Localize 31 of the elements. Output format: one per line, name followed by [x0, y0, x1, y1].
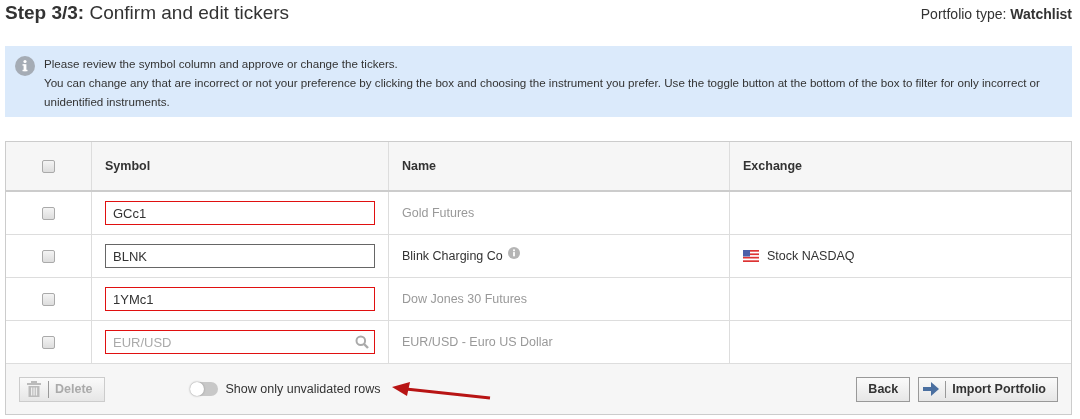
- row-checkbox[interactable]: [42, 249, 55, 263]
- instrument-name: Gold Futures: [402, 206, 475, 220]
- instrument-name: Dow Jones 30 Futures: [402, 292, 528, 306]
- toggle-label: Show only unvalidated rows: [225, 382, 381, 396]
- row-checkbox[interactable]: [42, 206, 55, 220]
- symbol-field[interactable]: 1YMc1: [105, 287, 375, 311]
- instrument-name: Blink Charging Co: [402, 249, 503, 263]
- trash-icon: [26, 380, 42, 398]
- symbol-field[interactable]: EUR/USD: [105, 330, 375, 354]
- back-button[interactable]: Back: [856, 376, 911, 402]
- info-icon: [15, 56, 35, 76]
- flag-icon: [743, 250, 759, 262]
- portfolio-type: Portfolio type: Watchlist: [920, 6, 1072, 22]
- info-icon[interactable]: [507, 247, 520, 259]
- info-text: Please review the symbol column and approve or change the tickers.: [44, 56, 399, 72]
- column-header: Exchange: [743, 159, 803, 173]
- import-portfolio-button[interactable]: Import Portfolio: [918, 376, 1058, 402]
- select-all-checkbox[interactable]: [42, 159, 55, 173]
- arrow-icon: [923, 382, 940, 396]
- exchange-name: Stock NASDAQ: [767, 249, 855, 263]
- page-title: Step 3/3: Confirm and edit tickers: [5, 2, 290, 24]
- row-checkbox[interactable]: [42, 292, 55, 306]
- search-icon: [355, 335, 369, 349]
- column-header: Name: [402, 159, 437, 173]
- toggle-switch[interactable]: [189, 382, 218, 396]
- row-checkbox[interactable]: [42, 335, 55, 349]
- column-header: Symbol: [105, 159, 151, 173]
- symbol-field[interactable]: BLNK: [105, 244, 375, 268]
- symbol-field[interactable]: GCc1: [105, 201, 375, 225]
- info-text: You can change any that are incorrect or not your preference by clicking the box and choosing the instrument you prefer. Use the toggle button at the bottom of the box to filter for only incorrect or unidentified instruments.: [44, 75, 1041, 110]
- instrument-name: EUR/USD - Euro US Dollar: [402, 335, 553, 349]
